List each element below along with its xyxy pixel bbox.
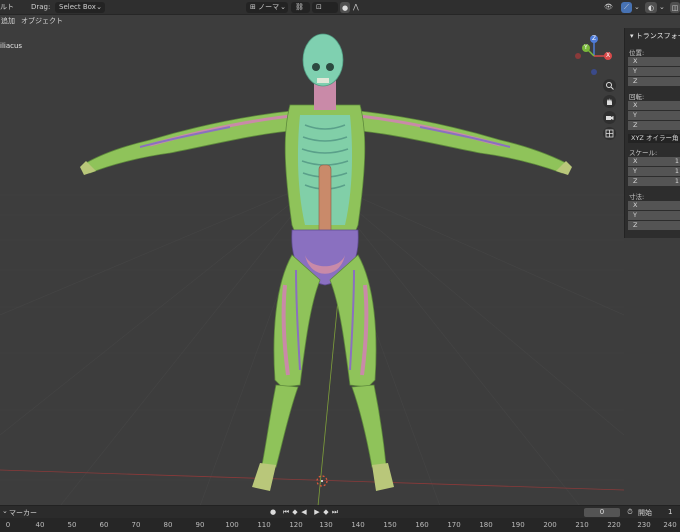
chevron-down-icon[interactable]: ⌄ — [634, 2, 642, 13]
timeline-dropdown[interactable]: ⌄ — [2, 507, 8, 515]
tick: 60 — [99, 521, 109, 529]
tick: 190 — [511, 521, 525, 529]
stopwatch-icon[interactable]: ⏱ — [626, 508, 634, 517]
gizmo-x-label: X — [606, 52, 611, 59]
chevron-down-icon: ⌄ — [280, 3, 286, 11]
tick: 0 — [5, 521, 11, 529]
transform-orientation-dropdown[interactable]: ⊞ ノーマ ⌄ — [246, 2, 288, 13]
orientation-label: ノーマ — [258, 3, 280, 11]
tick: 200 — [543, 521, 557, 529]
visibility-icon[interactable]: 👁 — [604, 2, 618, 13]
tick: 170 — [447, 521, 461, 529]
play-icon[interactable]: ▶ — [313, 508, 321, 517]
play-reverse-icon[interactable]: ◀ — [300, 508, 308, 517]
tick: 40 — [35, 521, 45, 529]
jump-start-icon[interactable]: ⏮ — [282, 508, 290, 517]
pivot-dropdown[interactable]: ⛓ — [291, 2, 310, 13]
orientation-icon: ⊞ — [250, 3, 256, 11]
start-frame-value[interactable]: 1 — [668, 508, 672, 516]
zoom-icon[interactable] — [603, 79, 616, 92]
snap-icon: ⊡ — [316, 3, 322, 11]
tick: 110 — [257, 521, 271, 529]
rotation-z-field[interactable]: Z — [628, 121, 680, 130]
tick: 180 — [479, 521, 493, 529]
chevron-down-icon: ⌄ — [96, 3, 102, 11]
marker-menu[interactable]: マーカー — [9, 508, 37, 518]
timeline-ruler[interactable]: 0 40 50 60 70 80 90 100 110 120 130 140 … — [0, 518, 680, 532]
current-frame-field[interactable]: 0 — [584, 508, 620, 517]
select-box-dropdown[interactable]: Select Box ⌄ — [55, 2, 105, 13]
prev-keyframe-icon[interactable]: ◆ — [291, 508, 299, 517]
rotation-mode-dropdown[interactable]: XYZ オイラー角 — [628, 134, 680, 143]
3d-cursor[interactable] — [316, 475, 328, 487]
scale-x-field[interactable]: X1 — [628, 157, 680, 166]
tick: 130 — [319, 521, 333, 529]
mode-dropdown[interactable]: ルト — [0, 2, 14, 13]
viewport-scene — [0, 33, 624, 506]
grid-view-icon[interactable] — [603, 127, 616, 140]
gizmo-toggle-icon[interactable]: ⟋ — [621, 2, 632, 13]
3d-viewport[interactable]: iliacus Z X Y — [0, 15, 624, 506]
tick: 50 — [67, 521, 77, 529]
record-icon[interactable]: ● — [269, 508, 277, 517]
tick: 220 — [607, 521, 621, 529]
location-label: 位置: — [629, 49, 645, 57]
proportional-edit-icon[interactable]: ● — [340, 2, 350, 13]
gizmo-y-label: Y — [584, 44, 588, 51]
select-box-label: Select Box — [59, 3, 96, 11]
viewport-menu: 追加 オブジェクト — [0, 16, 63, 27]
tick: 240 — [663, 521, 677, 529]
timeline-header: ⌄ マーカー ● ⏮ ◆ ◀ ▶ ◆ ⏭ 0 ⏱ 開始 1 — [0, 505, 680, 518]
scale-label: スケール: — [629, 149, 658, 157]
drag-label: Drag: — [31, 3, 51, 11]
transform-sidebar: ▾ トランスフォー 位置: X Y Z 回転: X Y Z XYZ オイラー角 … — [624, 28, 680, 238]
overlay-icon[interactable]: ◐ — [645, 2, 657, 13]
transform-panel-title[interactable]: ▾ トランスフォー — [630, 31, 680, 41]
location-z-field[interactable]: Z — [628, 77, 680, 86]
next-keyframe-icon[interactable]: ◆ — [322, 508, 330, 517]
active-object-label: iliacus — [0, 42, 23, 50]
rotation-label: 回転: — [629, 93, 645, 101]
tick: 140 — [351, 521, 365, 529]
tick: 100 — [225, 521, 239, 529]
link-icon: ⛓ — [295, 3, 304, 11]
tick: 160 — [415, 521, 429, 529]
location-y-field[interactable]: Y — [628, 67, 680, 76]
chevron-down-icon[interactable]: ⌄ — [659, 2, 667, 13]
rotation-y-field[interactable]: Y — [628, 111, 680, 120]
dimensions-label: 寸法: — [629, 193, 645, 201]
menu-add[interactable]: 追加 — [1, 16, 15, 27]
jump-end-icon[interactable]: ⏭ — [331, 508, 339, 517]
gizmo-z-label: Z — [592, 35, 597, 42]
scale-y-field[interactable]: Y1 — [628, 167, 680, 176]
menu-object[interactable]: オブジェクト — [21, 16, 63, 27]
tick: 120 — [289, 521, 303, 529]
falloff-icon[interactable]: ⋀ — [353, 2, 367, 13]
tick: 150 — [383, 521, 397, 529]
tick: 210 — [575, 521, 589, 529]
tick: 230 — [637, 521, 651, 529]
tick: 90 — [195, 521, 205, 529]
dimensions-y-field[interactable]: Y — [628, 211, 680, 220]
camera-icon[interactable] — [603, 111, 616, 124]
start-frame-label: 開始 — [638, 509, 652, 517]
viewport-header: ルト Drag: Select Box ⌄ ⊞ ノーマ ⌄ ⛓ ⊡ ● ⋀ 👁 … — [0, 0, 680, 15]
snap-dropdown[interactable]: ⊡ — [312, 2, 338, 13]
location-x-field[interactable]: X — [628, 57, 680, 66]
rotation-x-field[interactable]: X — [628, 101, 680, 110]
xray-icon[interactable]: ◫ — [670, 2, 680, 13]
dimensions-x-field[interactable]: X — [628, 201, 680, 210]
pan-hand-icon[interactable] — [603, 95, 616, 108]
scale-z-field[interactable]: Z1 — [628, 177, 680, 186]
tick: 70 — [131, 521, 141, 529]
dimensions-z-field[interactable]: Z — [628, 221, 680, 230]
tick: 80 — [163, 521, 173, 529]
